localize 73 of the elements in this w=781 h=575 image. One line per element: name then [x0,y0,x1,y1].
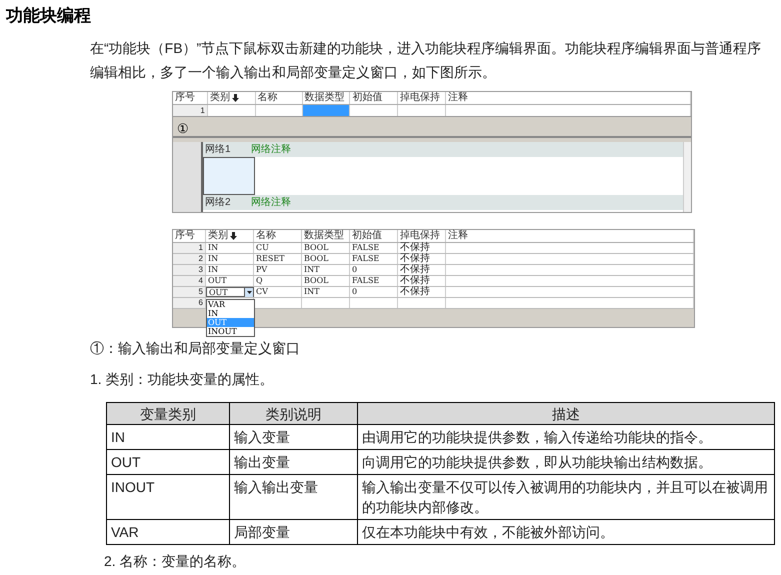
table-cell: INT [302,265,350,275]
circled-number: ① [177,121,189,136]
column-header: 名称 [256,92,303,104]
table-cell: RESET [254,254,302,264]
page-heading: 功能块编程 [4,5,92,27]
table-cell: VAR [106,520,230,544]
list-item-text: 2. 名称：变量的名称。 [104,552,247,571]
column-header: 初始值 [350,230,398,242]
network-cell [203,157,255,195]
dropdown-option[interactable]: VAR [207,300,254,309]
table-cell: OUT [206,276,254,286]
intro-paragraph: 在“功能块（FB）”节点下鼠标双击新建的功能块，进入功能块程序编辑界面。功能块程序编辑界面与普通程序编辑相比，多了一个输入输出和局部变量定义窗口，如下图所示。 [90,39,762,82]
sort-arrow-icon[interactable] [232,94,239,102]
table-cell: 输出变量 [230,450,358,474]
column-header: 注释 [446,230,694,242]
column-header: 数据类型 [302,230,350,242]
table-header: 变量类别 [106,402,230,424]
table-cell: IN [206,265,254,275]
row-number: 1 [173,105,208,116]
table-cell: Q [254,276,302,286]
table-cell: BOOL [302,276,350,286]
table-header: 类别说明 [230,402,358,424]
dropdown-field[interactable]: OUT [206,287,254,297]
network-header: 网络2 网络注释 [203,195,683,210]
table-cell: 局部变量 [230,520,358,544]
dropdown-option[interactable]: INOUT [207,327,254,336]
table-cell: IN [206,254,254,264]
network-header: 网络1 网络注释 [203,142,683,157]
table-cell: 不保持 [398,243,446,253]
table-cell: 不保持 [398,254,446,264]
table-cell: 输入输出变量不仅可以传入被调用的功能块内，并且可以在被调用的功能块内部修改。 [358,474,774,520]
caption-text: ①：输入输出和局部变量定义窗口 [90,339,301,358]
row-number: 2 [173,254,206,264]
column-header: 序号 [173,230,206,242]
list-item-text: 1. 类别：功能块变量的属性。 [90,370,275,389]
table-cell: 不保持 [398,287,446,297]
column-header: 名称 [254,230,302,242]
table-cell: PV [254,265,302,275]
table-cell: 0 [350,265,398,275]
row-number: 4 [173,276,206,286]
table-cell: IN [206,243,254,253]
column-header: 类别 [208,92,256,104]
column-header: 掉电保持 [398,230,446,242]
table-cell: 向调用它的功能块提供参数，即从功能块输出结构数据。 [358,450,774,474]
column-header: 数据类型 [302,92,350,104]
table-cell: BOOL [302,243,350,253]
dropdown-option[interactable]: IN [207,309,254,318]
column-header: 掉电保持 [398,92,446,104]
table-cell: BOOL [302,254,350,264]
table-cell: 不保持 [398,276,446,286]
table-header: 描述 [358,402,774,424]
table-cell: IN [106,424,230,450]
row-number: 5 [173,287,206,297]
table-cell: FALSE [350,243,398,253]
column-header: 类别 [206,230,254,242]
row-number: 3 [173,265,206,275]
table-cell: 仅在本功能块中有效，不能被外部访问。 [358,520,774,544]
table-cell: OUT [106,450,230,474]
row-number: 6 [173,298,206,308]
table-cell: INT [302,287,350,297]
table-cell: FALSE [350,276,398,286]
table-cell: CV [254,287,302,297]
table-cell: 输入变量 [230,424,358,450]
table-cell: CU [254,243,302,253]
table-cell: FALSE [350,254,398,264]
table-cell: 0 [350,287,398,297]
dropdown-arrow-icon[interactable] [244,288,253,296]
table-cell: 由调用它的功能块提供参数，输入传递给功能块的指令。 [358,424,774,450]
table-cell: 输入输出变量 [230,474,358,520]
table-cell: INOUT [106,474,230,520]
sort-arrow-icon[interactable] [230,232,237,240]
table-cell: 不保持 [398,265,446,275]
row-number: 1 [173,243,206,253]
